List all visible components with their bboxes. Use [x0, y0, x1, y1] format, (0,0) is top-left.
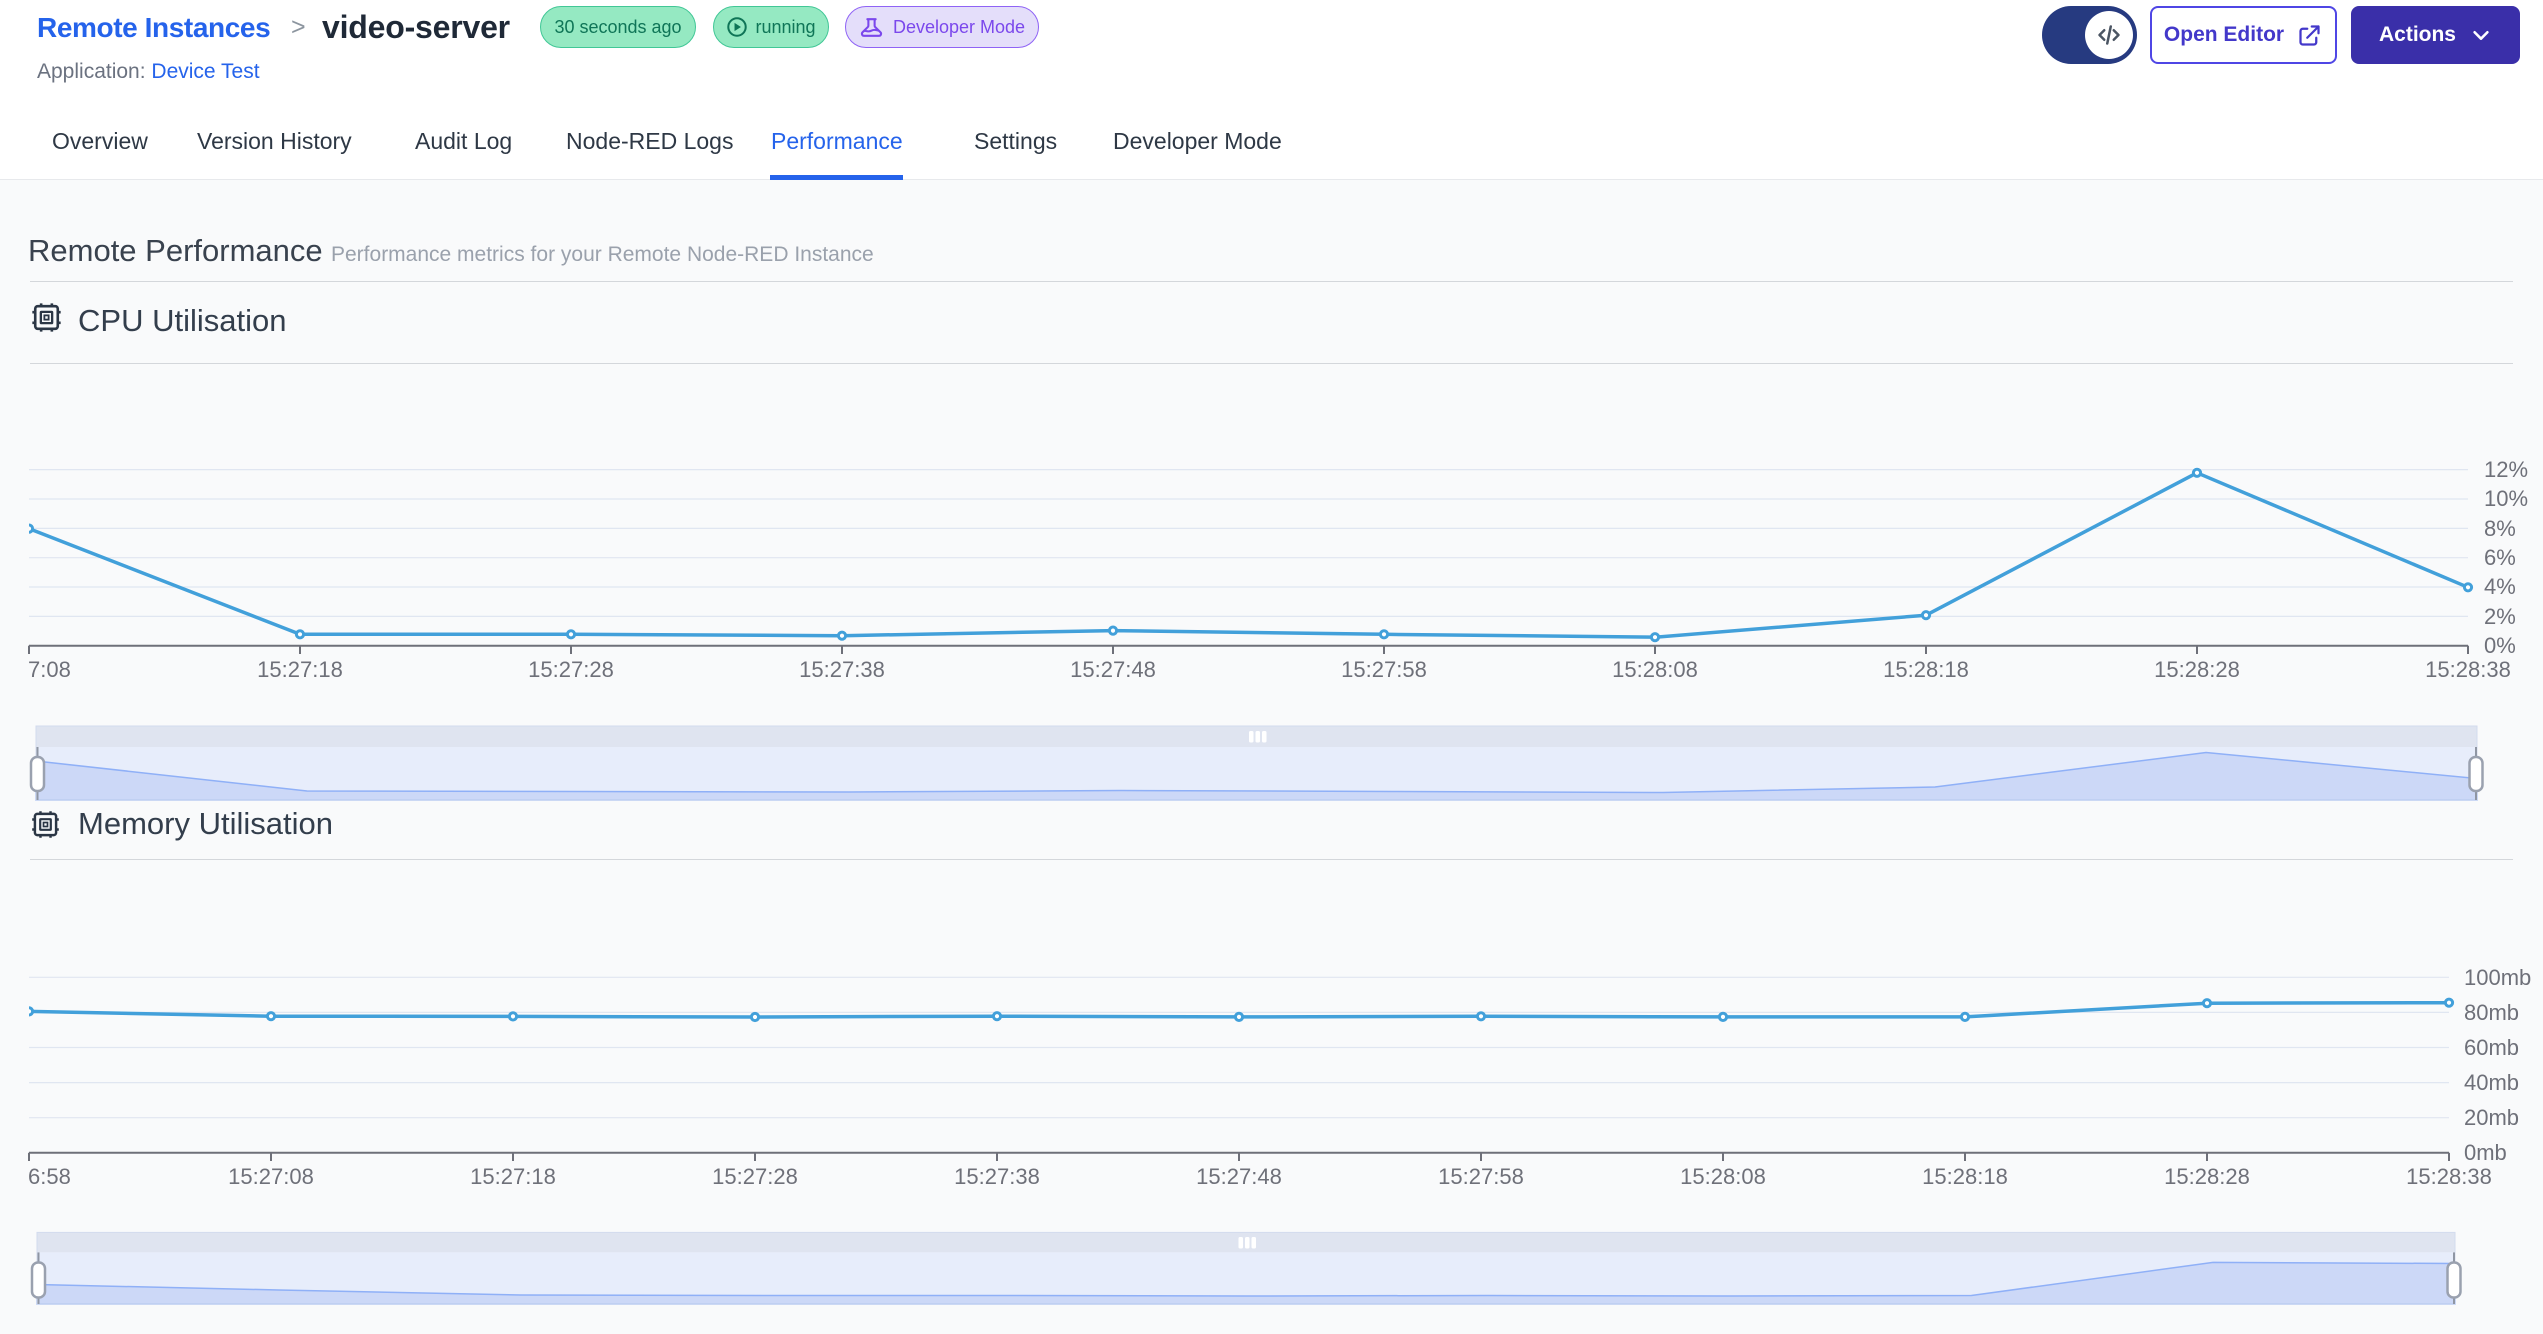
svg-text:8%: 8%: [2484, 516, 2516, 541]
svg-text:15:28:18: 15:28:18: [1883, 657, 1969, 682]
svg-text:15:27:18: 15:27:18: [470, 1164, 556, 1189]
svg-text:15:27:28: 15:27:28: [712, 1164, 798, 1189]
svg-text:4%: 4%: [2484, 574, 2516, 599]
svg-text:0%: 0%: [2484, 633, 2516, 658]
svg-text:15:28:38: 15:28:38: [2425, 657, 2511, 682]
svg-text:80mb: 80mb: [2464, 1000, 2519, 1025]
svg-text:15:27:48: 15:27:48: [1070, 657, 1156, 682]
svg-text:6:58: 6:58: [28, 1164, 71, 1189]
svg-text:15:27:08: 15:27:08: [228, 1164, 314, 1189]
svg-text:60mb: 60mb: [2464, 1035, 2519, 1060]
svg-text:40mb: 40mb: [2464, 1070, 2519, 1095]
svg-text:15:28:08: 15:28:08: [1680, 1164, 1766, 1189]
svg-text:15:28:18: 15:28:18: [1922, 1164, 2008, 1189]
svg-text:15:28:38: 15:28:38: [2406, 1164, 2492, 1189]
svg-text:2%: 2%: [2484, 604, 2516, 629]
svg-text:15:28:08: 15:28:08: [1612, 657, 1698, 682]
svg-text:6%: 6%: [2484, 545, 2516, 570]
svg-text:15:27:38: 15:27:38: [799, 657, 885, 682]
svg-text:7:08: 7:08: [28, 657, 71, 682]
svg-text:15:27:58: 15:27:58: [1341, 657, 1427, 682]
svg-text:15:27:38: 15:27:38: [954, 1164, 1040, 1189]
svg-text:0mb: 0mb: [2464, 1140, 2507, 1165]
svg-text:12%: 12%: [2484, 457, 2528, 482]
svg-text:15:27:58: 15:27:58: [1438, 1164, 1524, 1189]
svg-text:15:28:28: 15:28:28: [2154, 657, 2240, 682]
svg-text:20mb: 20mb: [2464, 1105, 2519, 1130]
svg-text:15:28:28: 15:28:28: [2164, 1164, 2250, 1189]
svg-text:10%: 10%: [2484, 486, 2528, 511]
svg-text:15:27:48: 15:27:48: [1196, 1164, 1282, 1189]
svg-text:100mb: 100mb: [2464, 965, 2531, 990]
svg-text:15:27:18: 15:27:18: [257, 657, 343, 682]
svg-text:15:27:28: 15:27:28: [528, 657, 614, 682]
